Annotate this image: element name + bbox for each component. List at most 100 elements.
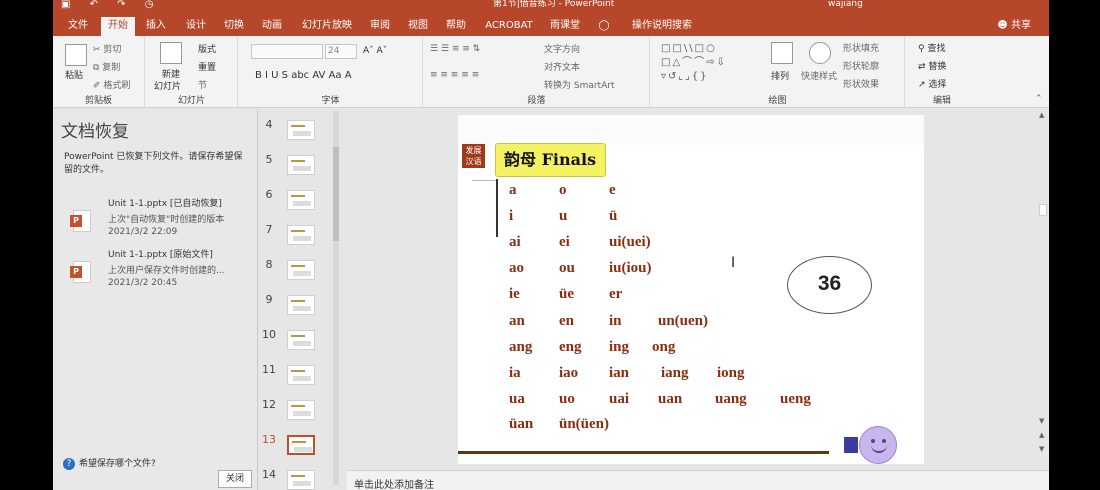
- previous-slide-icon[interactable]: ▲: [1039, 431, 1044, 439]
- quick-styles-button[interactable]: 快速样式: [801, 69, 837, 82]
- final-syllable: ong: [652, 339, 676, 355]
- tab-home[interactable]: 开始: [101, 17, 135, 36]
- tab-help[interactable]: 帮助: [441, 17, 471, 36]
- final-syllable: uan: [658, 391, 683, 407]
- final-syllable: ua: [509, 391, 525, 407]
- slide-thumbnail[interactable]: 5: [259, 151, 339, 186]
- new-slide-button[interactable]: 幻灯片: [154, 79, 181, 92]
- file-name: Unit 1-1.pptx [原始文件]: [108, 250, 213, 260]
- slide-thumbnail-selected[interactable]: 13: [259, 431, 339, 466]
- tab-insert[interactable]: 插入: [141, 17, 171, 36]
- original-file-item[interactable]: P Unit 1-1.pptx [原始文件] 上次用户保存文件时创建的... 2…: [53, 247, 258, 307]
- final-syllable: ü: [609, 208, 618, 224]
- lightbulb-icon: ◯: [598, 20, 610, 31]
- title-bar: ▣ ↶ ↷ ◷ 第1节|借音练习 - PowerPoint wajiang: [53, 0, 1049, 14]
- scrollbar-thumb[interactable]: [333, 147, 339, 241]
- tab-acrobat[interactable]: ACROBAT: [477, 17, 541, 36]
- align-buttons[interactable]: ≡ ≡ ≡ ≡ ≡: [430, 70, 479, 80]
- final-syllable: ueng: [780, 391, 811, 407]
- which-file-help-link[interactable]: ? 希望保存哪个文件?: [63, 456, 156, 470]
- shape-outline-button[interactable]: 形状轮廓: [843, 59, 879, 72]
- scrollbar-thumb[interactable]: [1039, 204, 1047, 216]
- tab-rain-classroom[interactable]: 雨课堂: [545, 17, 585, 36]
- close-button[interactable]: 关闭: [218, 470, 252, 488]
- final-syllable: ang: [509, 339, 533, 355]
- mouse-cursor-icon: I: [731, 255, 736, 271]
- list-buttons[interactable]: ☰ ☰ ≡ ≡ ⇅: [430, 44, 480, 54]
- notes-pane[interactable]: 单击此处添加备注: [347, 470, 1049, 490]
- tab-review[interactable]: 审阅: [363, 17, 397, 36]
- slide-thumbnail[interactable]: 10: [259, 326, 339, 361]
- font-size-field[interactable]: 24: [325, 44, 357, 59]
- replace-icon: ⇄: [918, 62, 929, 72]
- shape-fill-button[interactable]: 形状填充: [843, 41, 879, 54]
- share-button[interactable]: ☻ 共享: [997, 17, 1031, 34]
- shape-effects-button[interactable]: 形状效果: [843, 77, 879, 90]
- tab-transitions[interactable]: 切换: [219, 17, 249, 36]
- tab-animations[interactable]: 动画: [257, 17, 287, 36]
- font-format-buttons[interactable]: B I U S abc AV Aa A: [255, 70, 352, 81]
- notes-placeholder[interactable]: 单击此处添加备注: [354, 476, 434, 490]
- font-name-field[interactable]: [251, 44, 323, 59]
- quick-styles-icon[interactable]: [809, 42, 831, 64]
- editing-group: ⚲ 查找 ⇄ 替换 ↗ 选择 编辑: [906, 36, 978, 108]
- slide-thumbnail[interactable]: 7: [259, 221, 339, 256]
- tab-view[interactable]: 视图: [403, 17, 433, 36]
- shapes-gallery[interactable]: □□\\□○ □△⌒⌒⇨⇩ ▿↺⌞⌟{}: [661, 42, 727, 84]
- tab-slideshow[interactable]: 幻灯片放映: [295, 17, 359, 36]
- thumbnails-scrollbar[interactable]: [333, 111, 339, 485]
- arrange-button[interactable]: 排列: [771, 69, 789, 82]
- recovery-message: PowerPoint 已恢复下列文件。请保存希望保留的文件。: [64, 152, 243, 175]
- final-syllable: ian: [609, 365, 630, 381]
- document-recovery-pane: 文档恢复 PowerPoint 已恢复下列文件。请保存希望保留的文件。 P Un…: [53, 109, 258, 490]
- slide-thumbnail[interactable]: 14: [259, 466, 339, 490]
- scroll-down-icon[interactable]: ▼: [1039, 417, 1044, 425]
- final-syllable: uo: [559, 391, 575, 407]
- font-grow-shrink[interactable]: Aˆ Aˇ: [363, 46, 387, 56]
- slide-thumbnail[interactable]: 9: [259, 291, 339, 326]
- number-circle[interactable]: 36: [787, 256, 872, 314]
- person-icon: ☻: [997, 20, 1011, 31]
- slide-thumbnail[interactable]: 12: [259, 396, 339, 431]
- drawing-group: □□\\□○ □△⌒⌒⇨⇩ ▿↺⌞⌟{} 排列 快速样式 形状填充 形状轮廓 形状效…: [651, 36, 905, 108]
- tab-file[interactable]: 文件: [63, 17, 93, 36]
- slide-thumbnail[interactable]: 11: [259, 361, 339, 396]
- replace-button[interactable]: ⇄ 替换: [918, 59, 946, 72]
- reset-button[interactable]: 重置: [198, 60, 216, 73]
- section-button[interactable]: 节: [198, 78, 207, 91]
- tab-design[interactable]: 设计: [181, 17, 211, 36]
- collapse-ribbon-icon[interactable]: ⌃: [1035, 94, 1043, 104]
- paste-button[interactable]: 粘贴: [65, 68, 83, 81]
- text-direction-button[interactable]: 文字方向: [544, 42, 580, 55]
- slide-thumbnail[interactable]: 6: [259, 186, 339, 221]
- layout-button[interactable]: 版式: [198, 42, 216, 55]
- next-slide-icon[interactable]: ▼: [1039, 445, 1044, 453]
- scroll-up-icon[interactable]: ▲: [1039, 111, 1044, 119]
- find-button[interactable]: ⚲ 查找: [918, 41, 945, 54]
- slide-thumbnail[interactable]: 8: [259, 256, 339, 291]
- pointer-icon: ↗: [918, 80, 929, 90]
- paste-icon[interactable]: [65, 44, 87, 66]
- slide-thumbnail[interactable]: 4: [259, 116, 339, 151]
- final-syllable: ing: [609, 339, 630, 355]
- select-button[interactable]: ↗ 选择: [918, 77, 946, 90]
- slide-title[interactable]: 韵母 Finals: [495, 143, 606, 177]
- tell-me-search[interactable]: 操作说明搜索: [615, 17, 709, 36]
- format-painter-button[interactable]: ✐ 格式刷: [93, 78, 130, 91]
- user-name[interactable]: wajiang: [828, 0, 863, 9]
- final-syllable: e: [609, 182, 616, 198]
- final-syllable: u: [559, 208, 568, 224]
- paragraph-label: 段落: [527, 96, 546, 106]
- copy-icon: ⧉: [93, 63, 103, 73]
- font-group: 24 Aˆ Aˇ B I U S abc AV Aa A 字体: [239, 36, 423, 108]
- cut-button[interactable]: ✂ 剪切: [93, 42, 121, 55]
- align-text-button[interactable]: 对齐文本: [544, 60, 580, 73]
- arrange-icon[interactable]: [771, 42, 793, 64]
- file-description: 上次用户保存文件时创建的...: [108, 266, 225, 276]
- new-slide-icon[interactable]: [160, 42, 182, 64]
- editor-scrollbar[interactable]: ▲ ▼ ▲ ▼: [1037, 109, 1049, 470]
- smartart-button[interactable]: 转换为 SmartArt: [544, 78, 614, 91]
- slide-canvas[interactable]: 发展汉语 韵母 Finals a o e i u ü ai ei ui(uei)…: [458, 115, 924, 464]
- quick-access-toolbar[interactable]: ▣ ↶ ↷ ◷: [61, 0, 161, 10]
- copy-button[interactable]: ⧉ 复制: [93, 60, 120, 73]
